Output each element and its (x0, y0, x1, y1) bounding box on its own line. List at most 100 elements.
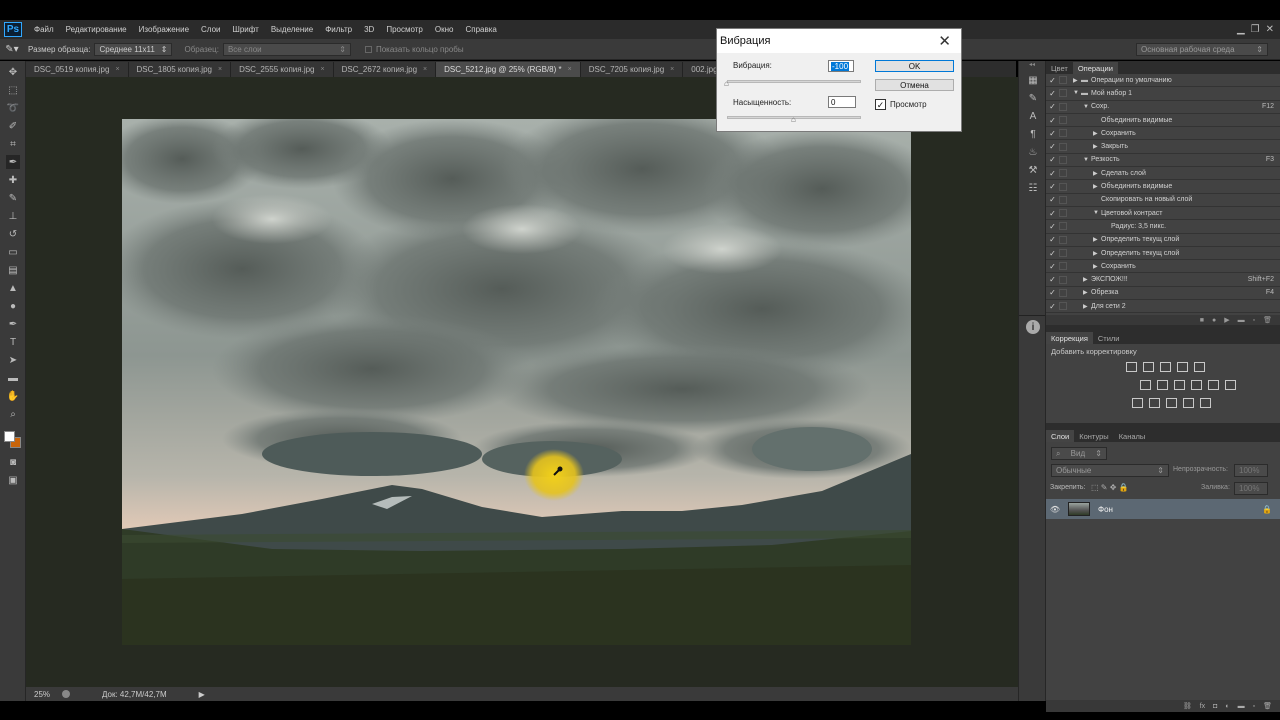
action-enabled-check-icon[interactable]: ✓ (1048, 302, 1057, 311)
close-tab-icon[interactable]: × (218, 66, 222, 73)
gradient-map-icon[interactable] (1183, 398, 1194, 408)
eraser-tool-icon[interactable]: ▭ (6, 245, 20, 259)
action-row[interactable]: ✓ Скопировать на новый слой (1046, 194, 1280, 207)
expand-right-icon[interactable]: ▶ (1073, 77, 1081, 84)
action-enabled-check-icon[interactable]: ✓ (1048, 102, 1057, 111)
action-row[interactable]: ✓ ▶ Сохранить (1046, 127, 1280, 141)
action-enabled-check-icon[interactable]: ✓ (1048, 182, 1057, 191)
shape-tool-icon[interactable]: ▬ (6, 371, 20, 385)
action-row[interactable]: ✓ ▼ Цветовой контраст (1046, 207, 1280, 221)
stop-icon[interactable]: ■ (1200, 317, 1204, 324)
action-enabled-check-icon[interactable]: ✓ (1048, 195, 1057, 204)
menu-file[interactable]: Файл (28, 25, 60, 34)
black-white-icon[interactable] (1174, 380, 1185, 390)
mask-icon[interactable]: ◘ (1213, 703, 1217, 710)
tab-document[interactable]: DSC_7205 копия.jpg × (580, 62, 684, 77)
action-row[interactable]: ✓ ▼ ▬ Мой набор 1 (1046, 87, 1280, 101)
brightness-icon[interactable] (1126, 362, 1137, 372)
tab-document-active[interactable]: DSC_5212.jpg @ 25% (RGB/8) * × (436, 62, 581, 77)
tab-actions[interactable]: Операции (1072, 62, 1118, 74)
action-row[interactable]: ✓ ▶ Обрезка F4 (1046, 287, 1280, 301)
close-icon[interactable]: ✕ (1266, 24, 1274, 35)
tab-paths[interactable]: Контуры (1074, 430, 1113, 442)
action-row[interactable]: ✓ ▶ Определить текущ слой (1046, 234, 1280, 247)
vibrance-input[interactable]: -100 (828, 60, 854, 72)
color-lookup-icon[interactable] (1225, 380, 1236, 390)
saturation-slider-thumb[interactable]: ⌂ (791, 115, 796, 124)
paragraph-panel-icon[interactable]: ¶ (1026, 127, 1040, 141)
dialog-toggle-box[interactable] (1059, 222, 1067, 231)
curves-icon[interactable] (1160, 362, 1171, 372)
action-enabled-check-icon[interactable]: ✓ (1048, 89, 1057, 98)
menu-select[interactable]: Выделение (265, 25, 319, 34)
zoom-level[interactable]: 25% (34, 690, 50, 699)
action-row[interactable]: ✓ ▶ ▬ Операции по умолчанию (1046, 74, 1280, 88)
screen-mode-icon[interactable]: ▣ (6, 473, 20, 487)
dialog-toggle-box[interactable] (1059, 76, 1067, 85)
stamp-tool-icon[interactable]: ⊥ (6, 209, 20, 223)
posterize-icon[interactable] (1149, 398, 1160, 408)
action-row[interactable]: ✓ ▶ Определить текущ слой (1046, 247, 1280, 261)
menu-view[interactable]: Просмотр (380, 25, 429, 34)
tool-presets-icon[interactable]: ⚒ (1026, 163, 1040, 177)
dialog-toggle-box[interactable] (1059, 102, 1067, 111)
character-panel-icon[interactable]: A (1026, 109, 1040, 123)
healing-tool-icon[interactable]: ✚ (6, 173, 20, 187)
move-tool-icon[interactable]: ✥ (6, 65, 20, 79)
pen-tool-icon[interactable]: ✒ (6, 317, 20, 331)
expand-right-icon[interactable]: ▶ (1093, 170, 1101, 177)
action-row[interactable]: ✓ ▶ Сохранить (1046, 260, 1280, 274)
tab-adjustments[interactable]: Коррекция (1046, 332, 1093, 344)
info-panel-icon[interactable]: i (1026, 320, 1040, 334)
vibrance-slider-thumb[interactable]: ⌂ (724, 79, 729, 88)
dialog-toggle-box[interactable] (1059, 249, 1067, 257)
status-info-icon[interactable] (62, 690, 71, 698)
brush-panel-icon[interactable]: ✎ (1026, 91, 1040, 105)
path-select-icon[interactable]: ➤ (6, 353, 20, 367)
crop-tool-icon[interactable]: ⌗ (6, 137, 20, 151)
dialog-toggle-box[interactable] (1059, 302, 1067, 311)
quick-select-tool-icon[interactable]: ✐ (6, 119, 20, 133)
action-row[interactable]: ✓ ▶ Для сети 2 (1046, 300, 1280, 314)
link-icon[interactable]: ⛓ (1183, 702, 1192, 710)
color-swatches[interactable] (0, 427, 25, 451)
action-enabled-check-icon[interactable]: ✓ (1048, 129, 1057, 138)
action-row[interactable]: ✓ ▶ Сделать слой (1046, 167, 1280, 181)
status-menu-arrow-icon[interactable]: ▶ (199, 690, 205, 699)
cancel-button[interactable]: Отмена (875, 79, 954, 91)
eyedropper-tool-icon[interactable]: ✒ (6, 155, 20, 169)
action-enabled-check-icon[interactable]: ✓ (1048, 222, 1057, 231)
fill-input[interactable]: 100% (1234, 482, 1268, 495)
dialog-toggle-box[interactable] (1059, 116, 1067, 125)
action-enabled-check-icon[interactable]: ✓ (1048, 288, 1057, 297)
action-enabled-check-icon[interactable]: ✓ (1048, 155, 1057, 164)
photo-filter-icon[interactable] (1191, 380, 1202, 390)
invert-icon[interactable] (1132, 398, 1143, 408)
action-enabled-check-icon[interactable]: ✓ (1048, 76, 1057, 85)
lock-icons[interactable]: ⬚ ✎ ✥ 🔒 (1091, 483, 1129, 492)
action-row[interactable]: ✓ ▼ Сохр. F12 (1046, 101, 1280, 114)
record-icon[interactable]: ● (1212, 317, 1216, 324)
action-row[interactable]: ✓ Радиус: 3,5 пикс. (1046, 220, 1280, 234)
expand-right-icon[interactable]: ▶ (1083, 303, 1091, 310)
group-icon[interactable]: ▬ (1238, 703, 1245, 710)
menu-image[interactable]: Изображение (133, 25, 195, 34)
hand-tool-icon[interactable]: ✋ (6, 389, 20, 403)
sample-size-select[interactable]: Среднее 11x11 ⇕ (94, 42, 173, 56)
tab-document[interactable]: DSC_0519 копия.jpg × (26, 62, 129, 77)
dialog-toggle-box[interactable] (1059, 89, 1067, 98)
menu-layers[interactable]: Слои (195, 25, 226, 34)
saturation-input[interactable]: 0 (828, 96, 856, 108)
tab-document[interactable]: DSC_1805 копия.jpg × (128, 62, 232, 77)
close-tab-icon[interactable]: × (321, 66, 325, 73)
tab-document[interactable]: DSC_2672 копия.jpg × (333, 62, 437, 77)
expand-right-icon[interactable]: ▶ (1093, 236, 1101, 243)
document-image[interactable] (122, 119, 911, 645)
properties-panel-icon[interactable]: ☷ (1026, 181, 1040, 195)
expand-right-icon[interactable]: ▶ (1093, 143, 1101, 150)
selective-color-icon[interactable] (1200, 398, 1211, 408)
tab-channels[interactable]: Каналы (1114, 430, 1151, 442)
action-enabled-check-icon[interactable]: ✓ (1048, 209, 1057, 218)
dialog-toggle-box[interactable] (1059, 275, 1067, 284)
dialog-toggle-box[interactable] (1059, 182, 1067, 191)
